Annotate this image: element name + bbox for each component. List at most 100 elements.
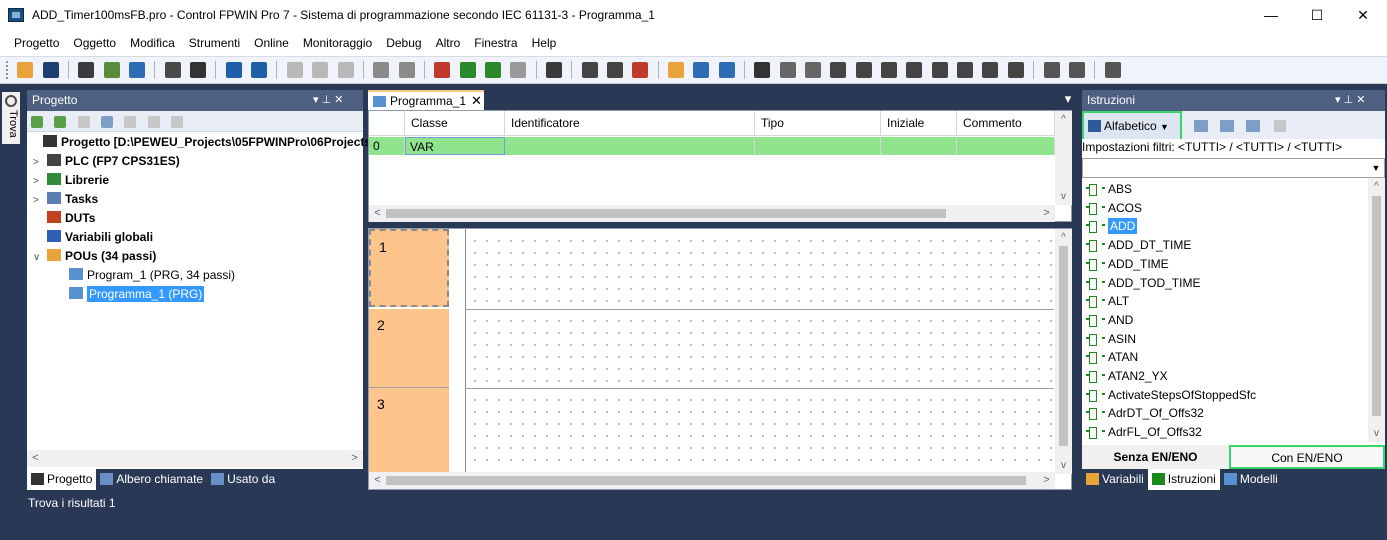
menu-oggetto[interactable]: Oggetto (66, 30, 123, 57)
delete-object-icon[interactable] (77, 116, 90, 128)
label-icon[interactable] (693, 62, 710, 78)
senza-en-eno-button[interactable]: Senza EN/ENO (1082, 445, 1229, 469)
save-icon[interactable] (42, 62, 59, 78)
coil-negated-icon[interactable] (906, 62, 923, 78)
scroll-thumb[interactable] (1372, 196, 1381, 416)
expand-toggle-icon[interactable]: ∨ (33, 248, 47, 267)
tree-item[interactable]: Programma_1 (PRG) (55, 285, 205, 304)
find-icon[interactable] (225, 62, 242, 78)
tab-variabili[interactable]: Variabili (1082, 469, 1148, 490)
scroll-up-icon[interactable]: ^ (1055, 229, 1072, 246)
network-number[interactable]: 2 (369, 309, 449, 388)
menu-modifica[interactable]: Modifica (123, 30, 182, 57)
scroll-left-icon[interactable]: < (27, 450, 44, 467)
chevron-down-icon[interactable]: ▼ (1368, 159, 1384, 177)
instruction-item[interactable]: AdrDT_Of_Offs32 (1086, 404, 1204, 423)
cell-classe[interactable]: VAR (405, 137, 505, 155)
col-header-identificatore[interactable]: Identificatore (505, 111, 755, 136)
col-header-commento[interactable]: Commento (957, 111, 1055, 136)
insert-line-after-icon[interactable] (606, 62, 623, 78)
instruction-item[interactable]: ACOS (1086, 199, 1142, 218)
cell-tipo[interactable] (755, 137, 881, 155)
trova-risultati-tab[interactable]: Trova i risultati 1 (28, 496, 140, 508)
open-project-icon[interactable] (17, 62, 34, 78)
instruction-item[interactable]: ADD_DT_TIME (1086, 236, 1191, 255)
instruction-item[interactable]: ALT (1086, 292, 1129, 311)
print-preview-icon[interactable] (164, 62, 181, 78)
instruction-item[interactable]: AND (1086, 311, 1133, 330)
scroll-right-icon[interactable]: > (1038, 472, 1055, 489)
row-index[interactable]: 0 (369, 137, 405, 155)
cell-commento[interactable] (957, 137, 1055, 155)
tab-usato-da[interactable]: Usato da (207, 469, 279, 490)
variable-icon[interactable] (931, 62, 948, 78)
tree-item[interactable]: ∨ POUs (34 passi) (33, 247, 156, 266)
tree-item[interactable]: > Librerie (33, 171, 109, 190)
copy-icon[interactable] (312, 62, 329, 78)
plc-icon[interactable] (78, 62, 95, 78)
menu-altro[interactable]: Altro (429, 30, 468, 57)
cell-identificatore[interactable] (505, 137, 755, 155)
scroll-thumb[interactable] (386, 476, 1026, 485)
tab-istruzioni[interactable]: Istruzioni (1147, 469, 1220, 490)
toolbar-grip[interactable] (6, 61, 9, 79)
scroll-down-icon[interactable]: v (1055, 457, 1072, 474)
menu-monitoraggio[interactable]: Monitoraggio (296, 30, 379, 57)
instruction-item[interactable]: AdrFL_Of_Offs32 (1086, 423, 1202, 442)
return-icon[interactable] (1007, 62, 1024, 78)
clear-filter-icon[interactable] (1274, 120, 1286, 132)
add-object-icon[interactable] (54, 116, 67, 128)
tab-albero-chiamate[interactable]: Albero chiamate (96, 469, 207, 490)
function-block-icon[interactable] (957, 62, 974, 78)
line-vertical-icon[interactable] (805, 62, 822, 78)
instruction-item[interactable]: ATAN2_YX (1086, 367, 1168, 386)
instruction-item[interactable]: ADD (1086, 217, 1138, 236)
instruction-item[interactable]: ActivateStepsOfStoppedSfc (1086, 386, 1256, 405)
filter-group-icon[interactable] (1246, 120, 1260, 132)
move-up-icon[interactable] (124, 116, 137, 128)
cut-icon[interactable] (286, 62, 303, 78)
instruction-item[interactable]: ASIN (1086, 330, 1136, 349)
online-icon[interactable] (459, 62, 476, 78)
maximize-button[interactable]: ☐ (1294, 0, 1340, 30)
menu-progetto[interactable]: Progetto (7, 30, 66, 57)
instruction-item[interactable]: ADD_TIME (1086, 255, 1169, 274)
tab-programma-1[interactable]: Programma_1 ✕ (368, 90, 484, 110)
expand-toggle-icon[interactable]: > (33, 191, 47, 210)
col-header-classe[interactable]: Classe (405, 111, 505, 136)
menu-debug[interactable]: Debug (379, 30, 428, 57)
filter-category-icon[interactable] (1194, 120, 1208, 132)
coil-icon[interactable] (881, 62, 898, 78)
redo-icon[interactable] (398, 62, 415, 78)
menu-help[interactable]: Help (525, 30, 564, 57)
close-button[interactable]: ✕ (1340, 0, 1386, 30)
network-number[interactable]: 3 (369, 388, 449, 474)
move-down-icon[interactable] (147, 116, 160, 128)
download-icon[interactable] (510, 62, 527, 78)
monitor-icon[interactable] (484, 62, 501, 78)
con-en-eno-button[interactable]: Con EN/ENO (1229, 445, 1385, 469)
instruction-item[interactable]: ADD_TOD_TIME (1086, 274, 1200, 293)
scroll-thumb[interactable] (386, 209, 946, 218)
filter-type-icon[interactable] (1220, 120, 1234, 132)
filter-icon[interactable] (171, 116, 184, 128)
body-hscroll[interactable]: < > (369, 472, 1055, 489)
ladder-grid[interactable] (469, 394, 1054, 470)
scroll-thumb[interactable] (1059, 246, 1068, 446)
contact-nc-icon[interactable] (855, 62, 872, 78)
network-icon[interactable] (668, 62, 684, 78)
scroll-down-icon[interactable]: v (1055, 188, 1072, 205)
scroll-right-icon[interactable]: > (346, 450, 363, 467)
contact-no-icon[interactable] (830, 62, 847, 78)
scroll-left-icon[interactable]: < (369, 472, 386, 489)
paste-icon[interactable] (337, 62, 354, 78)
close-tab-icon[interactable]: ✕ (471, 93, 482, 109)
tree-item[interactable]: DUTs (33, 209, 95, 228)
declaration-hscroll[interactable]: < > (369, 205, 1055, 222)
expand-toggle-icon[interactable]: > (33, 153, 47, 172)
declaration-vscroll[interactable]: ^ v (1055, 111, 1072, 205)
menu-online[interactable]: Online (247, 30, 296, 57)
tree-item[interactable]: Variabili globali (33, 228, 153, 247)
col-header-iniziale[interactable]: Iniziale (881, 111, 957, 136)
insert-line-icon[interactable] (581, 62, 598, 78)
